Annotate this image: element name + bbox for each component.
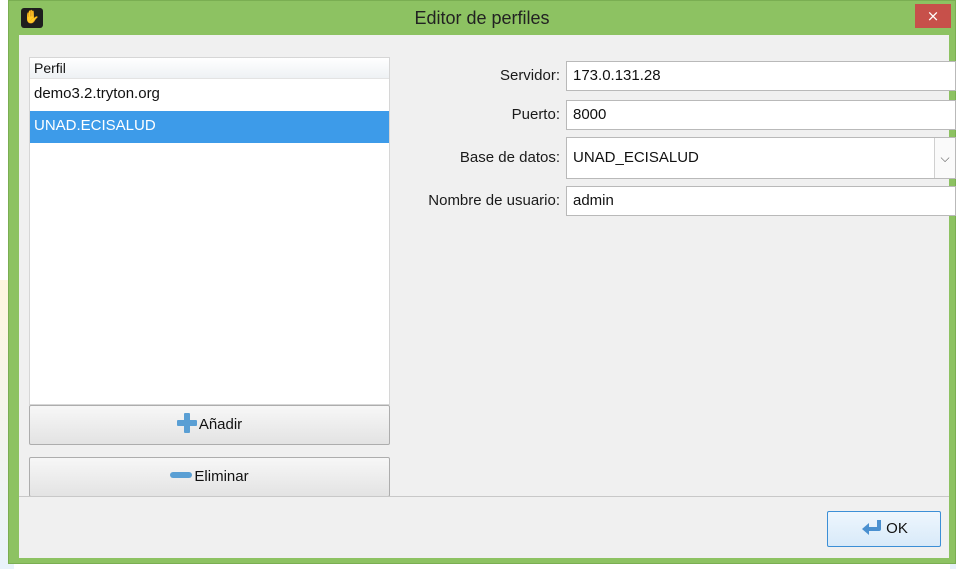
button-bar-divider: [19, 496, 949, 497]
username-label: Nombre de usuario:: [428, 192, 560, 209]
add-button-label: Añadir: [198, 416, 243, 433]
profile-list-item[interactable]: demo3.2.tryton.org: [30, 79, 389, 111]
ok-button[interactable]: OK: [827, 511, 941, 547]
minus-icon: [170, 472, 193, 478]
database-select[interactable]: UNAD_ECISALUD ⌵: [566, 137, 956, 179]
remove-button-label: Eliminar: [194, 468, 249, 485]
server-label: Servidor:: [499, 67, 560, 84]
profile-list-item-selected[interactable]: UNAD.ECISALUD: [30, 111, 389, 143]
enter-icon: [862, 520, 882, 535]
remove-profile-button[interactable]: Eliminar: [29, 457, 390, 497]
server-field[interactable]: 173.0.131.28: [566, 61, 956, 91]
username-field[interactable]: admin: [566, 186, 956, 216]
port-field[interactable]: 8000: [566, 100, 956, 130]
database-select-value: UNAD_ECISALUD: [573, 149, 699, 166]
database-label: Base de datos:: [459, 149, 560, 166]
window-title: Editor de perfiles: [414, 8, 550, 28]
profile-list[interactable]: Perfil demo3.2.tryton.org UNAD.ECISALUD: [29, 57, 390, 405]
profile-list-header[interactable]: Perfil: [30, 58, 389, 79]
chevron-down-icon[interactable]: ⌵: [934, 138, 955, 178]
dialog-body: Perfil demo3.2.tryton.org UNAD.ECISALUD …: [19, 35, 956, 558]
close-button[interactable]: ×: [915, 4, 951, 28]
close-icon: ×: [926, 7, 940, 25]
plus-icon: [176, 413, 197, 433]
title-bar[interactable]: ✋ Editor de perfiles ×: [9, 1, 955, 35]
profile-editor-window: ✋ Editor de perfiles × Perfil demo3.2.tr…: [8, 0, 956, 564]
add-profile-button[interactable]: Añadir: [29, 405, 390, 445]
ok-button-label: OK: [886, 520, 908, 537]
port-label: Puerto:: [511, 106, 560, 123]
